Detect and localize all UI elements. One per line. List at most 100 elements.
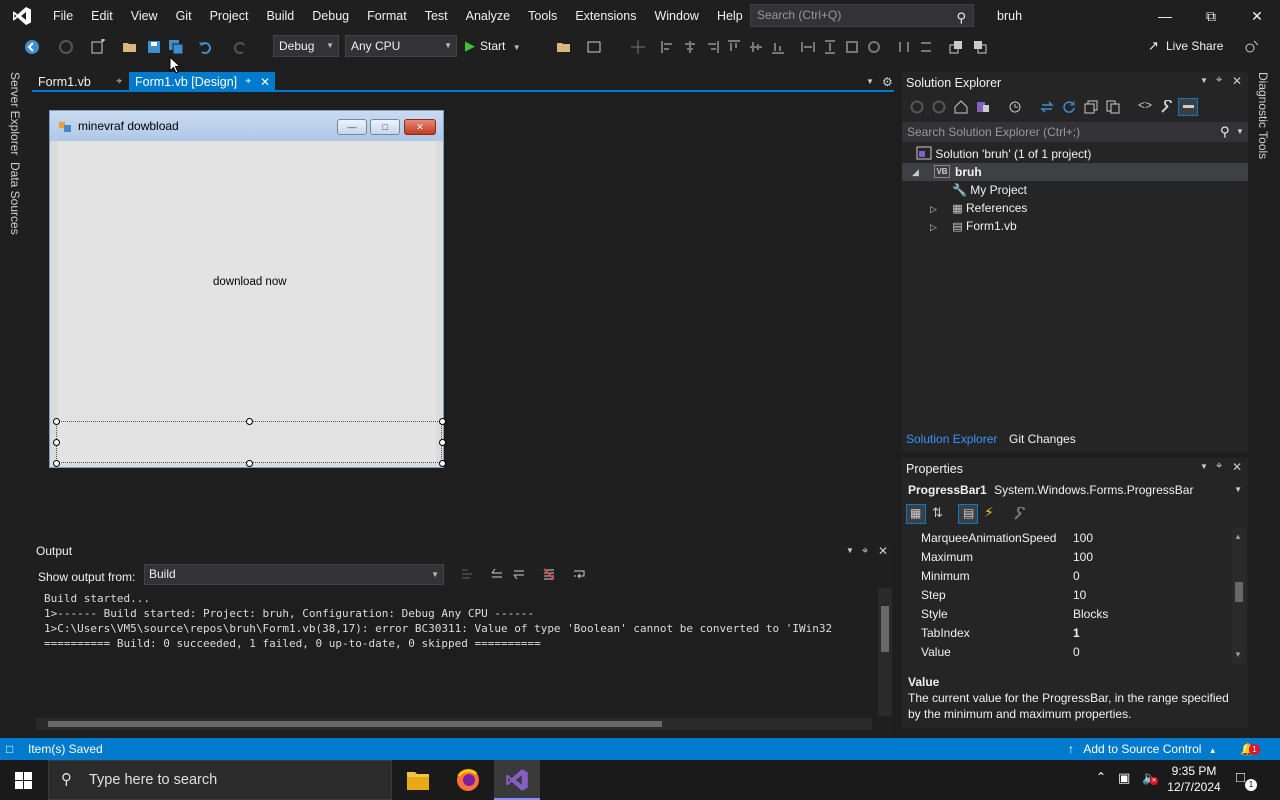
menu-view[interactable]: View (122, 0, 167, 32)
form-client-area[interactable]: download now (53, 141, 446, 467)
download-label[interactable]: download now (213, 276, 287, 288)
menu-help[interactable]: Help (708, 0, 752, 32)
tree-item-form1-vb[interactable]: ▷ ▤ Form1.vb (930, 217, 1017, 235)
align-rights-icon[interactable] (704, 39, 720, 55)
property-value[interactable]: Blocks (1073, 605, 1108, 624)
chevron-down-icon[interactable]: ▼ (1236, 122, 1244, 142)
close-tab-icon[interactable]: ✕ (260, 72, 270, 92)
bring-to-front-icon[interactable] (948, 39, 964, 55)
align-centers-icon[interactable] (682, 39, 698, 55)
volume-muted-icon[interactable]: 🔈✕ (1142, 770, 1158, 786)
forward-icon[interactable] (932, 100, 946, 114)
property-value[interactable]: 100 (1073, 548, 1093, 567)
menu-git[interactable]: Git (167, 0, 201, 32)
home-icon[interactable] (954, 100, 968, 114)
search-input[interactable]: Search (Ctrl+Q) ⚲ (750, 4, 974, 27)
pin-icon[interactable]: ⌖ (245, 72, 251, 92)
minimize-icon[interactable]: — (1142, 0, 1188, 32)
property-grid-scrollbar[interactable]: ▲ ▼ (1232, 528, 1246, 664)
collapse-all-icon[interactable] (1084, 100, 1098, 114)
taskbar-search-input[interactable]: ⚲ Type here to search (48, 760, 392, 800)
preview-selected-items-toggle[interactable] (1178, 98, 1198, 116)
visual-studio-logo-icon[interactable] (0, 0, 44, 32)
start-debugging-button[interactable]: ▶ Start ▼ (462, 36, 521, 56)
output-text-area[interactable]: Build started... 1>------ Build started: … (32, 588, 874, 716)
new-project-icon[interactable] (90, 39, 106, 55)
make-same-height-icon[interactable] (822, 39, 838, 55)
action-center-icon[interactable]: □ 1 (1236, 769, 1257, 791)
menu-test[interactable]: Test (416, 0, 457, 32)
property-row[interactable]: Style Blocks (902, 605, 1232, 624)
solution-configuration-dropdown[interactable]: Debug ▼ (273, 35, 339, 57)
chevron-down-icon[interactable]: ▼ (846, 540, 854, 562)
menu-project[interactable]: Project (201, 0, 258, 32)
tree-item-references[interactable]: ▷ ▦ References (930, 199, 1027, 217)
redo-icon[interactable] (232, 39, 248, 55)
tab-form1-vb-design[interactable]: Form1.vb [Design] ⌖ ✕ (129, 72, 275, 92)
sync-active-document-icon[interactable] (1040, 100, 1054, 114)
open-folder-icon[interactable] (122, 39, 138, 55)
menu-build[interactable]: Build (257, 0, 303, 32)
collapsed-arrow-icon[interactable]: ▷ (930, 204, 937, 214)
data-sources-tab[interactable]: Data Sources (8, 162, 22, 235)
navigate-forward-icon[interactable] (58, 39, 74, 55)
scroll-down-icon[interactable]: ▼ (1234, 650, 1242, 659)
designed-form-window[interactable]: minevraf dowbload — □ ✕ download now (49, 110, 446, 468)
add-to-source-control-button[interactable]: ↑ Add to Source Control ▲ (1068, 738, 1217, 762)
previous-message-icon[interactable] (490, 567, 504, 581)
properties-wrench-icon[interactable] (1160, 100, 1174, 114)
property-pages-wrench-icon[interactable] (1013, 507, 1027, 521)
align-lefts-icon[interactable] (660, 39, 676, 55)
find-message-icon[interactable] (460, 567, 474, 581)
tree-item-project[interactable]: ◢ VB bruh (902, 163, 1248, 181)
close-icon[interactable]: ✕ (878, 540, 888, 562)
tab-form1-vb[interactable]: Form1.vb ⌖ (32, 72, 128, 92)
property-row[interactable]: Maximum 100 (902, 548, 1232, 567)
close-icon[interactable]: ✕ (1232, 460, 1242, 474)
menu-analyze[interactable]: Analyze (457, 0, 519, 32)
feedback-icon[interactable] (1244, 39, 1260, 55)
undo-icon[interactable] (197, 39, 213, 55)
resize-handle[interactable] (439, 439, 446, 446)
clear-all-icon[interactable] (542, 567, 556, 581)
chevron-down-icon[interactable]: ▼ (1200, 76, 1208, 85)
view-code-icon[interactable]: <> (1138, 98, 1152, 112)
menu-format[interactable]: Format (358, 0, 416, 32)
pin-icon[interactable]: ⌖ (1216, 74, 1222, 87)
notifications-button[interactable]: 🔔 1 (1240, 738, 1260, 760)
gear-icon[interactable]: ⚙ (882, 72, 893, 92)
menu-edit[interactable]: Edit (82, 0, 122, 32)
resize-handle[interactable] (246, 418, 253, 425)
tree-item-solution[interactable]: Solution 'bruh' (1 of 1 project) (916, 145, 1091, 163)
property-value[interactable]: 10 (1073, 586, 1086, 605)
pin-icon[interactable]: ⌖ (862, 540, 868, 562)
form-designer-surface[interactable]: minevraf dowbload — □ ✕ download now (32, 94, 894, 530)
alphabetical-icon[interactable]: ⇅ (932, 505, 943, 521)
align-to-grid-icon[interactable] (630, 39, 646, 55)
tab-solution-explorer[interactable]: Solution Explorer (906, 432, 997, 446)
property-value[interactable]: 0 (1073, 567, 1080, 586)
diagnostic-tools-tab[interactable]: Diagnostic Tools (1256, 72, 1270, 159)
resize-handle[interactable] (439, 418, 446, 425)
property-value[interactable]: 1 (1073, 624, 1080, 643)
expanded-arrow-icon[interactable]: ◢ (912, 163, 919, 181)
progressbar-selection[interactable] (53, 418, 446, 467)
horizontal-spacing-icon[interactable] (896, 39, 912, 55)
tree-item-my-project[interactable]: 🔧 My Project (952, 181, 1027, 199)
pin-icon[interactable]: ⌖ (116, 72, 122, 92)
switch-views-icon[interactable] (976, 100, 990, 114)
chevron-up-icon[interactable]: ⌃ (1096, 770, 1106, 784)
menu-tools[interactable]: Tools (519, 0, 566, 32)
visual-studio-taskbar-button[interactable] (494, 760, 540, 800)
scrollbar-thumb[interactable] (1235, 582, 1243, 602)
next-message-icon[interactable] (512, 567, 526, 581)
show-all-files-icon[interactable] (1106, 100, 1120, 114)
save-icon[interactable] (146, 39, 162, 55)
property-row[interactable]: Minimum 0 (902, 567, 1232, 586)
scroll-up-icon[interactable]: ▲ (1234, 532, 1242, 541)
pending-changes-filter-icon[interactable] (1008, 100, 1022, 114)
resize-handle[interactable] (53, 460, 60, 467)
navigate-back-icon[interactable] (24, 39, 40, 55)
close-icon[interactable]: ✕ (1232, 74, 1242, 88)
refresh-icon[interactable] (1062, 100, 1076, 114)
